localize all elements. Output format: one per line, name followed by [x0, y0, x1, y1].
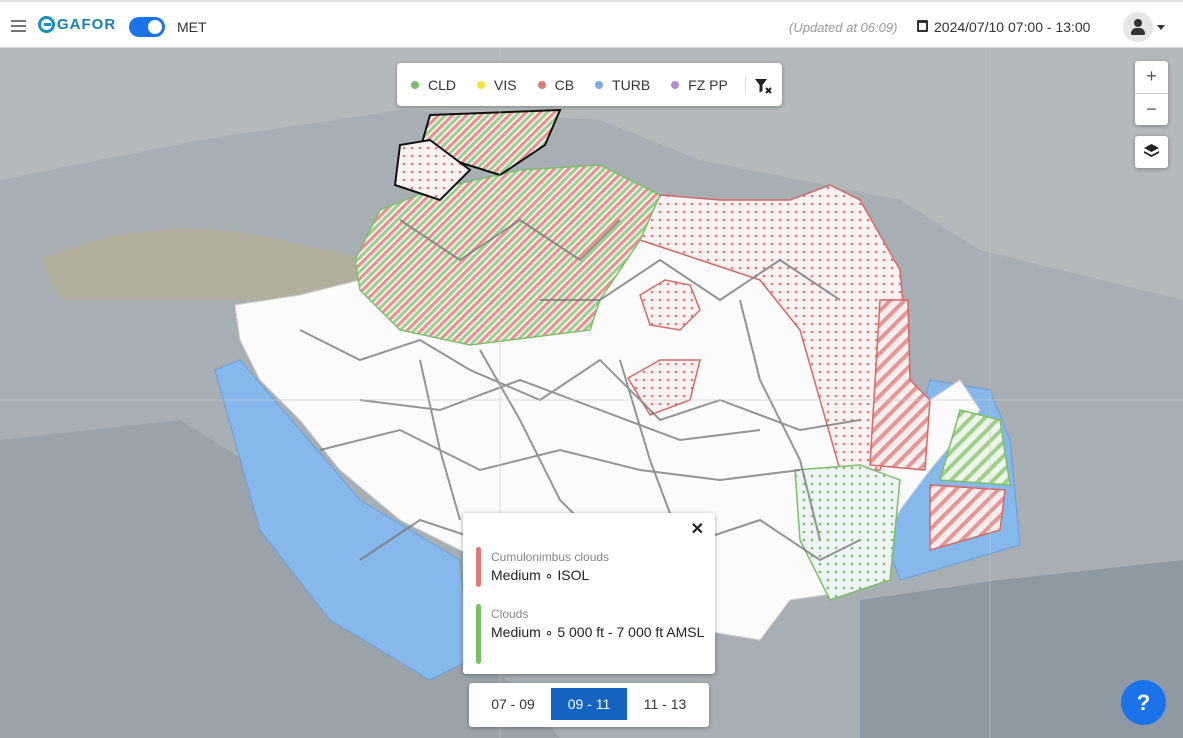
logo: GAFOR	[38, 16, 116, 33]
cld-color-bar	[476, 604, 481, 664]
top-bar: GAFOR MET (Updated at 06:09) 2024/07/10 …	[0, 0, 1183, 48]
user-avatar[interactable]	[1123, 12, 1153, 42]
time-09-11-button[interactable]: 09 - 11	[551, 688, 627, 720]
layers-button[interactable]	[1135, 136, 1168, 168]
zoom-out-button[interactable]: −	[1135, 93, 1168, 126]
legend-cb[interactable]: CB	[537, 77, 574, 93]
time-11-13-button[interactable]: 11 - 13	[628, 688, 702, 720]
met-label: MET	[177, 19, 207, 35]
zoom-in-button[interactable]: +	[1135, 61, 1168, 93]
turb-dot	[595, 80, 604, 89]
layers-icon	[1144, 144, 1159, 157]
cb-color-bar	[476, 547, 481, 587]
calendar-icon	[917, 20, 928, 32]
date-range[interactable]: 2024/07/10 07:00 - 13:00	[934, 19, 1090, 35]
fzpp-dot	[671, 80, 680, 89]
met-toggle[interactable]	[129, 17, 165, 37]
cb-dot	[537, 80, 546, 89]
legend-fzpp[interactable]: FZ PP	[671, 77, 728, 93]
popup-cld-text: Medium ∘ 5 000 ft - 7 000 ft AMSL	[491, 624, 705, 640]
popup-cb-title: Cumulonimbus clouds	[491, 550, 610, 564]
time-selector: 07 - 09 09 - 11 11 - 13	[469, 683, 709, 727]
close-icon[interactable]: ✕	[691, 519, 704, 539]
vis-dot	[477, 80, 486, 89]
legend-cld[interactable]: CLD	[411, 77, 456, 93]
popup-cb-text: Medium ∘ ISOL	[491, 567, 590, 583]
legend-vis[interactable]: VIS	[477, 77, 517, 93]
legend-turb[interactable]: TURB	[595, 77, 650, 93]
hazard-popup: ✕ Cumulonimbus clouds Medium ∘ ISOL Clou…	[463, 513, 715, 674]
popup-cld-title: Clouds	[491, 607, 529, 621]
filter-clear-icon[interactable]	[745, 77, 772, 95]
cld-dot	[411, 80, 419, 89]
logo-icon	[38, 16, 55, 33]
updated-text: (Updated at 06:09)	[789, 20, 898, 35]
chevron-down-icon[interactable]	[1157, 25, 1165, 30]
zoom-control: + −	[1135, 61, 1168, 125]
hazard-legend: CLD VIS CB TURB FZ PP	[397, 63, 782, 106]
time-07-09-button[interactable]: 07 - 09	[476, 688, 550, 720]
help-button[interactable]: ?	[1121, 680, 1166, 725]
menu-icon[interactable]	[11, 20, 26, 32]
